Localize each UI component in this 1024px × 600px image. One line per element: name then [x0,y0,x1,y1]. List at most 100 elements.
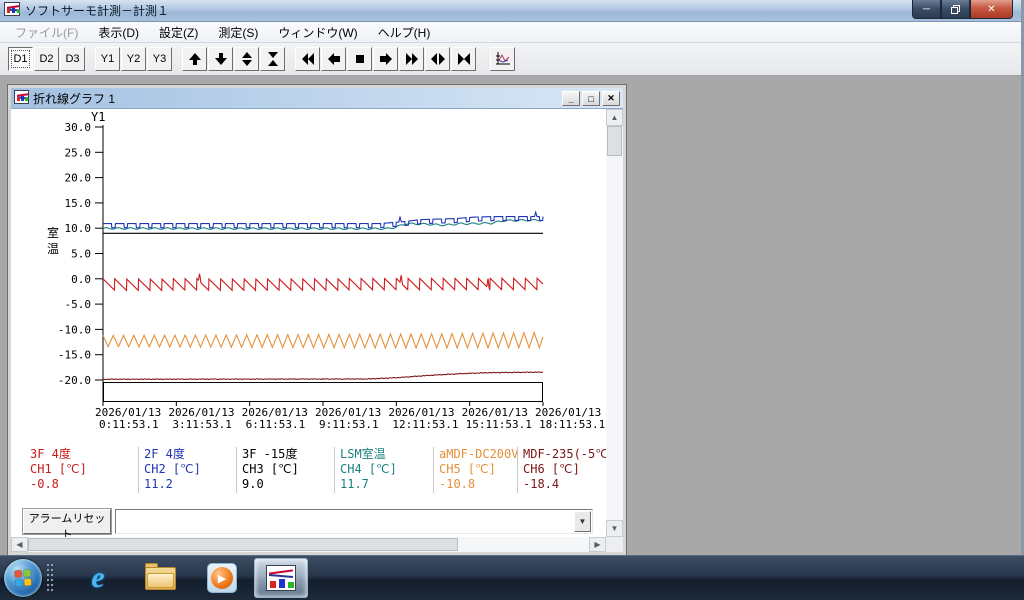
expand-vertical-icon [240,52,254,66]
y3-button[interactable]: Y3 [147,47,172,71]
svg-text:3:11:53.1: 3:11:53.1 [172,418,232,431]
alarm-reset-button[interactable]: アラームリセット [23,509,111,534]
toolbar: D1 D2 D3 Y1 Y2 Y3 [0,43,1021,76]
legend-channel: CH3 [℃] [242,462,334,477]
chart-client-area: Y1室温30.025.020.015.010.05.00.0-5.0-10.0-… [11,109,623,552]
active-app-task-button[interactable] [254,558,308,598]
svg-text:0:11:53.1: 0:11:53.1 [99,418,159,431]
legend-series-name: 2F 4度 [144,447,236,462]
horizontal-scrollbar-thumb[interactable] [28,538,458,551]
caption-buttons: ─ ✕ [912,0,1013,19]
d3-button[interactable]: D3 [60,47,85,71]
y1-button[interactable]: Y1 [95,47,120,71]
svg-text:6:11:53.1: 6:11:53.1 [246,418,306,431]
rewind-button[interactable] [295,47,320,71]
svg-text:18:11:53.1: 18:11:53.1 [539,418,605,431]
graph-settings-button[interactable] [490,47,515,71]
vertical-scrollbar-thumb[interactable] [607,126,622,156]
chart-caption-buttons: _ □ ✕ [562,91,620,106]
expand-horizontal-button[interactable] [425,47,450,71]
svg-text:5.0: 5.0 [71,248,91,261]
d2-button[interactable]: D2 [34,47,59,71]
menu-view[interactable]: 表示(D) [89,22,148,43]
taskbar-grip[interactable] [46,563,54,593]
svg-text:10.0: 10.0 [65,222,92,235]
chart-titlebar[interactable]: 折れ線グラフ 1 _ □ ✕ [11,88,623,109]
scroll-right-icon[interactable]: ▶ [589,537,606,552]
window-title: ソフトサーモ計測－計測１ [25,2,169,19]
combobox-dropdown-button[interactable]: ▼ [574,511,591,532]
legend-item-ch3: 3F -15度CH3 [℃]9.0 [236,447,334,493]
legend-channel: CH1 [℃] [30,462,138,477]
rewind-icon [301,52,315,66]
expand-vertical-button[interactable] [234,47,259,71]
svg-text:30.0: 30.0 [65,121,92,134]
horizontal-scrollbar[interactable]: ◀ ▶ [11,537,606,552]
svg-text:温: 温 [47,242,59,256]
y2-button[interactable]: Y2 [121,47,146,71]
line-chart: Y1室温30.025.020.015.010.05.00.0-5.0-10.0-… [11,109,621,435]
svg-text:20.0: 20.0 [65,172,92,185]
step-right-button[interactable] [373,47,398,71]
svg-text:0.0: 0.0 [71,273,91,286]
graph-settings-icon [495,51,511,67]
explorer-button[interactable] [138,558,182,598]
compress-vertical-icon [266,52,280,66]
start-button[interactable] [4,559,42,597]
menu-window[interactable]: ウィンドウ(W) [269,22,366,43]
chart-maximize-button[interactable]: □ [582,91,600,106]
legend-item-ch1: 3F 4度CH1 [℃]-0.8 [25,447,138,493]
legend-item-ch2: 2F 4度CH2 [℃]11.2 [138,447,236,493]
vertical-scrollbar[interactable]: ▲ ▼ [606,109,623,537]
compress-horizontal-icon [457,52,471,66]
chart-window-title: 折れ線グラフ 1 [33,90,115,107]
alarm-combobox[interactable]: ▼ [115,509,593,534]
scroll-left-icon[interactable]: ◀ [11,537,28,552]
svg-text:-15.0: -15.0 [58,349,91,362]
compress-vertical-button[interactable] [260,47,285,71]
screen: ソフトサーモ計測－計測１ ─ ✕ ファイル(F) 表示(D) 設定(Z) 測定(… [0,0,1024,600]
y1-axis-name: Y1 [91,110,105,124]
legend-series-name: 3F -15度 [242,447,334,462]
main-titlebar[interactable]: ソフトサーモ計測－計測１ ─ ✕ [0,0,1021,22]
internet-explorer-button[interactable]: e [76,558,120,598]
mdi-area: 折れ線グラフ 1 _ □ ✕ Y1室温30.025.020.015.010.05… [0,76,1018,555]
legend-item-ch4: LSM室温CH4 [℃]11.7 [334,447,433,493]
close-button[interactable]: ✕ [970,0,1013,19]
menu-settings[interactable]: 設定(Z) [150,22,207,43]
chart-window-icon [14,90,29,107]
minimize-button[interactable]: ─ [912,0,941,19]
menu-help[interactable]: ヘルプ(H) [369,22,440,43]
chart-close-button[interactable]: ✕ [602,91,620,106]
stop-icon [353,52,367,66]
fast-forward-button[interactable] [399,47,424,71]
restore-button[interactable] [941,0,970,19]
step-left-button[interactable] [321,47,346,71]
pan-up-button[interactable] [182,47,207,71]
media-player-button[interactable]: ▶ [200,558,244,598]
scroll-down-icon[interactable]: ▼ [606,520,623,537]
d1-button[interactable]: D1 [8,47,33,71]
legend-current-value: -10.8 [439,477,517,492]
stop-button[interactable] [347,47,372,71]
svg-text:9:11:53.1: 9:11:53.1 [319,418,379,431]
menu-file[interactable]: ファイル(F) [6,22,87,43]
legend-current-value: 11.7 [340,477,433,492]
chart-child-window: 折れ線グラフ 1 _ □ ✕ Y1室温30.025.020.015.010.05… [8,85,626,555]
menu-bar: ファイル(F) 表示(D) 設定(Z) 測定(S) ウィンドウ(W) ヘルプ(H… [0,22,1021,43]
windows-logo-icon [14,569,31,586]
alarm-combobox-input[interactable] [118,512,568,531]
media-player-icon: ▶ [207,563,237,593]
chart-minimize-button[interactable]: _ [562,91,580,106]
pan-up-icon [188,52,202,66]
legend-series-name: aMDF-DC200V(+7 [439,447,517,462]
svg-text:25.0: 25.0 [65,146,92,159]
menu-measure[interactable]: 測定(S) [209,22,267,43]
scroll-up-icon[interactable]: ▲ [606,109,623,126]
compress-horizontal-button[interactable] [451,47,476,71]
main-window: ソフトサーモ計測－計測１ ─ ✕ ファイル(F) 表示(D) 設定(Z) 測定(… [0,0,1024,555]
legend-item-ch5: aMDF-DC200V(+7CH5 [℃]-10.8 [433,447,517,493]
internet-explorer-icon: e [91,561,104,595]
legend-channel: CH5 [℃] [439,462,517,477]
pan-down-button[interactable] [208,47,233,71]
